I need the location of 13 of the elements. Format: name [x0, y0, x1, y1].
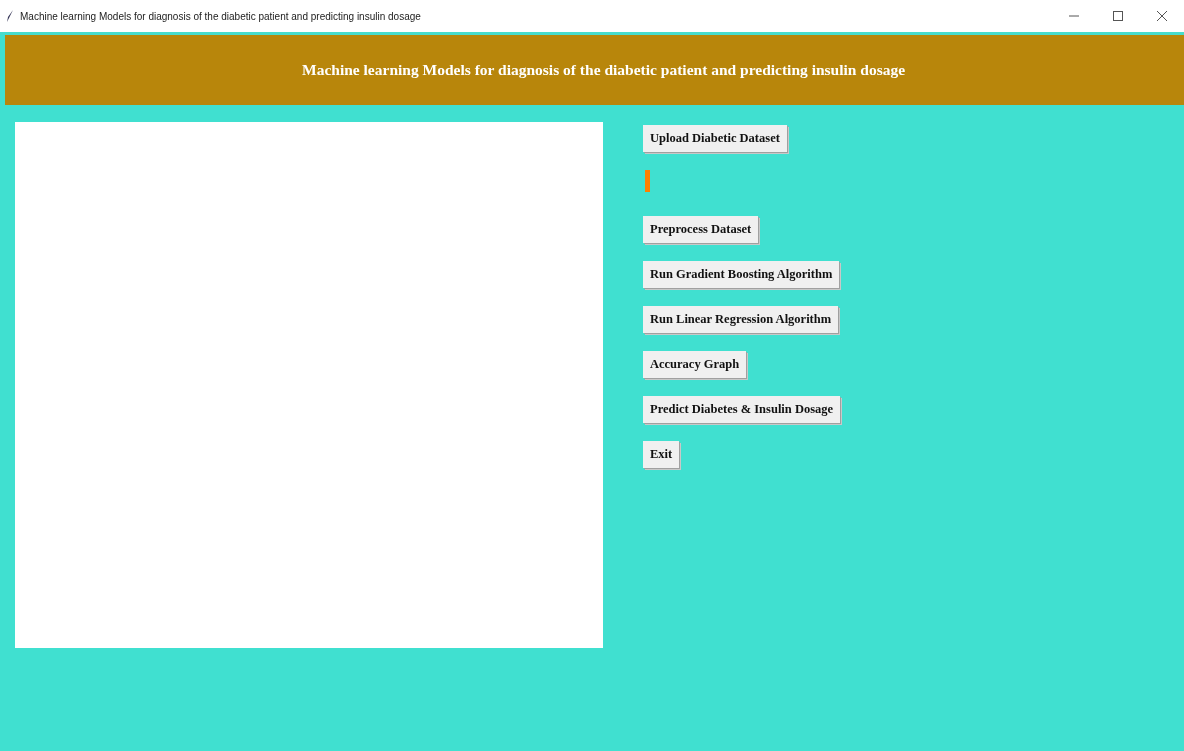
action-button[interactable]: Preprocess Dataset [643, 216, 759, 243]
status-label [645, 170, 650, 192]
feather-icon [6, 10, 14, 22]
action-button[interactable]: Accuracy Graph [643, 351, 747, 378]
action-button[interactable]: Exit [643, 441, 680, 468]
window-title: Machine learning Models for diagnosis of the diabetic patient and predicting insulin dosage [20, 10, 422, 22]
action-button[interactable]: Predict Diabetes & Insulin Dosage [643, 396, 841, 423]
close-icon[interactable] [1157, 11, 1167, 21]
action-button[interactable]: Upload Diabetic Dataset [643, 125, 787, 152]
maximize-icon[interactable] [1113, 11, 1123, 21]
action-button[interactable]: Run Linear Regression Algorithm [643, 306, 839, 333]
header-title: Machine learning Models for diagnosis of the diabetic patient and predicting insulin dosage [302, 61, 906, 79]
action-button[interactable]: Run Gradient Boosting Algorithm [643, 261, 840, 288]
